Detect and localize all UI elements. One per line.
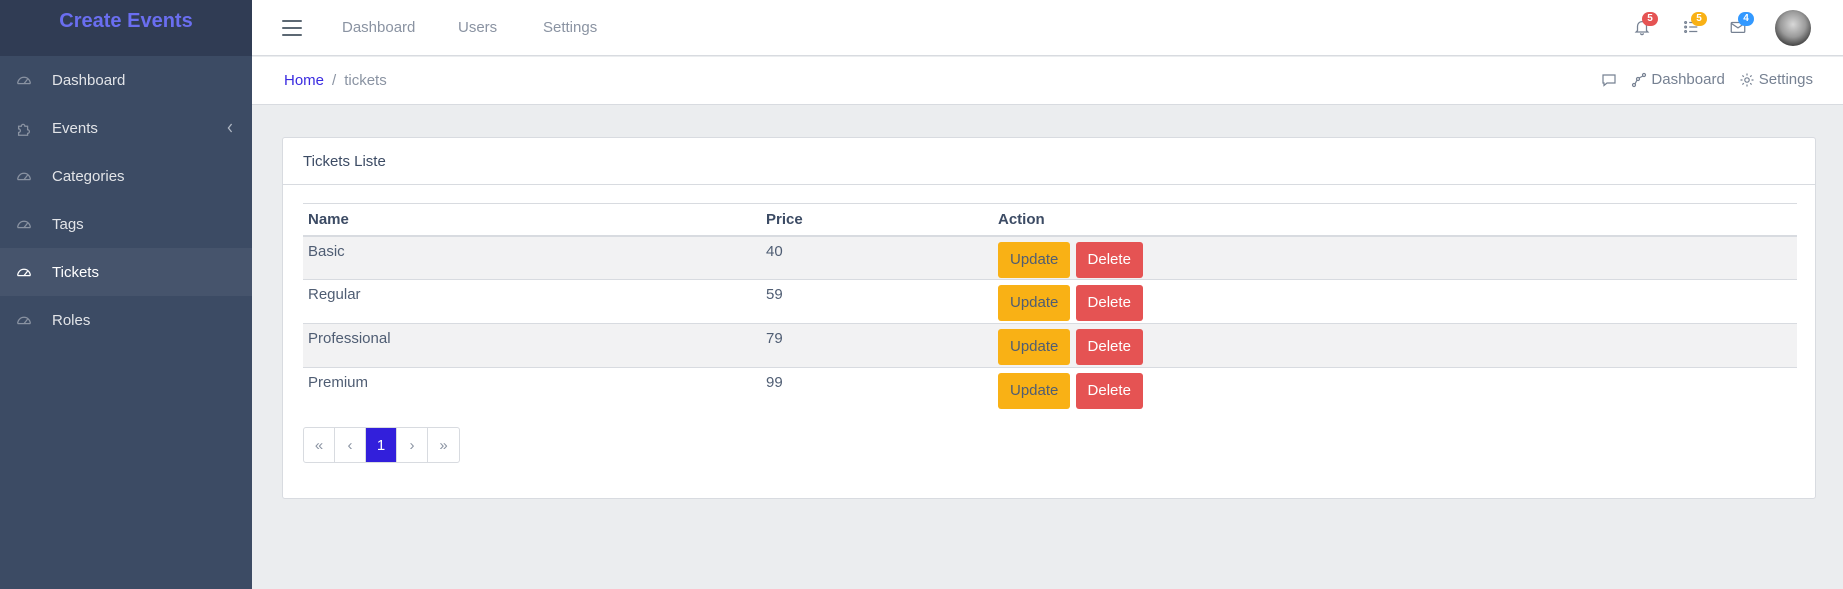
cell-price: 99 [766,374,783,391]
subheader: Home / tickets Dashboard Settings [252,57,1843,105]
cell-action: Update Delete [993,323,1797,368]
sidebar-item-categories[interactable]: Categories [0,152,252,200]
delete-button[interactable]: Delete [1075,241,1143,278]
brand[interactable]: Create Events [0,0,252,56]
header-link-dashboard[interactable]: Dashboard [342,19,415,36]
subheader-settings-label: Settings [1758,71,1813,88]
breadcrumb-home[interactable]: Home [284,72,324,89]
sidebar-item-label: Tags [52,215,84,233]
breadcrumb-separator: / [332,72,337,89]
cell-name: Premium [308,374,369,391]
speech-bubble-icon[interactable] [1601,72,1617,88]
sidebar-item-label: Tickets [52,263,99,281]
subheader-settings-link[interactable]: Settings [1739,71,1813,88]
subheader-dashboard-link[interactable]: Dashboard [1631,71,1725,88]
cell-name: Basic [303,235,761,280]
table-row: Basic 40 Update Delete [303,235,1797,280]
column-header-name: Name [303,203,761,237]
tickets-card: Tickets Liste Name Price Action Basic 40… [282,137,1816,499]
menu-toggle-icon[interactable] [282,18,302,38]
graph-icon [1632,72,1647,87]
breadcrumb-current: tickets [344,72,387,89]
update-button[interactable]: Update [998,373,1071,409]
page-next-button[interactable]: › [397,428,428,462]
sidebar-item-events[interactable]: Events [0,104,252,152]
delete-button[interactable]: Delete [1075,329,1143,365]
table-row: Professional 79 Update Delete [303,323,1797,368]
subheader-dashboard-label: Dashboard [1651,71,1725,88]
sidebar-item-label: Categories [52,167,125,185]
sidebar: Create Events Dashboard Events Categorie… [0,0,252,589]
cell-action: Update Delete [993,368,1797,412]
update-button[interactable]: Update [998,241,1071,278]
speedometer-icon [14,70,34,90]
delete-button[interactable]: Delete [1075,373,1143,409]
cell-name: Regular [303,279,761,324]
gear-icon [1740,73,1754,86]
task-list-icon[interactable]: 5 [1682,12,1707,38]
cell-price: 59 [761,279,993,324]
sidebar-item-label: Events [52,119,98,137]
sidebar-item-tags[interactable]: Tags [0,200,252,248]
tickets-table: Name Price Action Basic 40 Update Delete… [303,203,1797,412]
puzzle-icon [14,118,34,138]
bell-icon[interactable]: 5 [1633,12,1658,38]
sidebar-item-tickets[interactable]: Tickets [0,248,252,296]
speedometer-icon [14,166,34,186]
delete-button[interactable]: Delete [1075,285,1143,321]
sidebar-item-label: Roles [52,311,91,329]
column-header-action: Action [993,203,1797,237]
tasks-badge: 5 [1691,12,1707,26]
page-prev-button[interactable]: ‹ [335,428,366,462]
speedometer-icon [14,262,34,282]
notifications-badge: 5 [1642,12,1658,26]
cell-action: Update Delete [993,279,1797,324]
cell-name: Professional [303,323,761,368]
update-button[interactable]: Update [998,329,1071,365]
cell-price: 79 [761,323,993,368]
page-current-button[interactable]: 1 [366,428,397,462]
cell-price: 40 [761,235,993,280]
header-link-users[interactable]: Users [458,19,497,36]
speedometer-icon [14,310,34,330]
speedometer-icon [14,214,34,234]
subheader-actions: Dashboard Settings [1601,71,1813,88]
top-header: Dashboard Users Settings 5 5 4 [252,0,1843,56]
page-last-button[interactable]: » [428,428,459,462]
breadcrumb: Home / tickets [284,72,387,89]
card-title: Tickets Liste [283,138,1815,185]
column-header-price: Price [761,203,993,237]
update-button[interactable]: Update [998,285,1071,321]
table-row: Premium 99 Update Delete [303,368,1797,412]
table-row: Regular 59 Update Delete [303,279,1797,324]
chevron-left-icon[interactable] [224,120,236,136]
page-first-button[interactable]: « [304,428,335,462]
avatar[interactable] [1775,10,1811,46]
table-header-row: Name Price Action [303,203,1797,237]
envelope-icon[interactable]: 4 [1729,12,1754,38]
sidebar-item-roles[interactable]: Roles [0,296,252,344]
sidebar-item-label: Dashboard [52,71,126,89]
header-link-settings[interactable]: Settings [543,19,597,36]
cell-action: Update Delete [993,235,1797,280]
pagination: « ‹ 1 › » [303,427,460,463]
brand-title[interactable]: Create Events [59,10,192,33]
messages-badge: 4 [1738,12,1754,26]
sidebar-item-dashboard[interactable]: Dashboard [0,56,252,104]
